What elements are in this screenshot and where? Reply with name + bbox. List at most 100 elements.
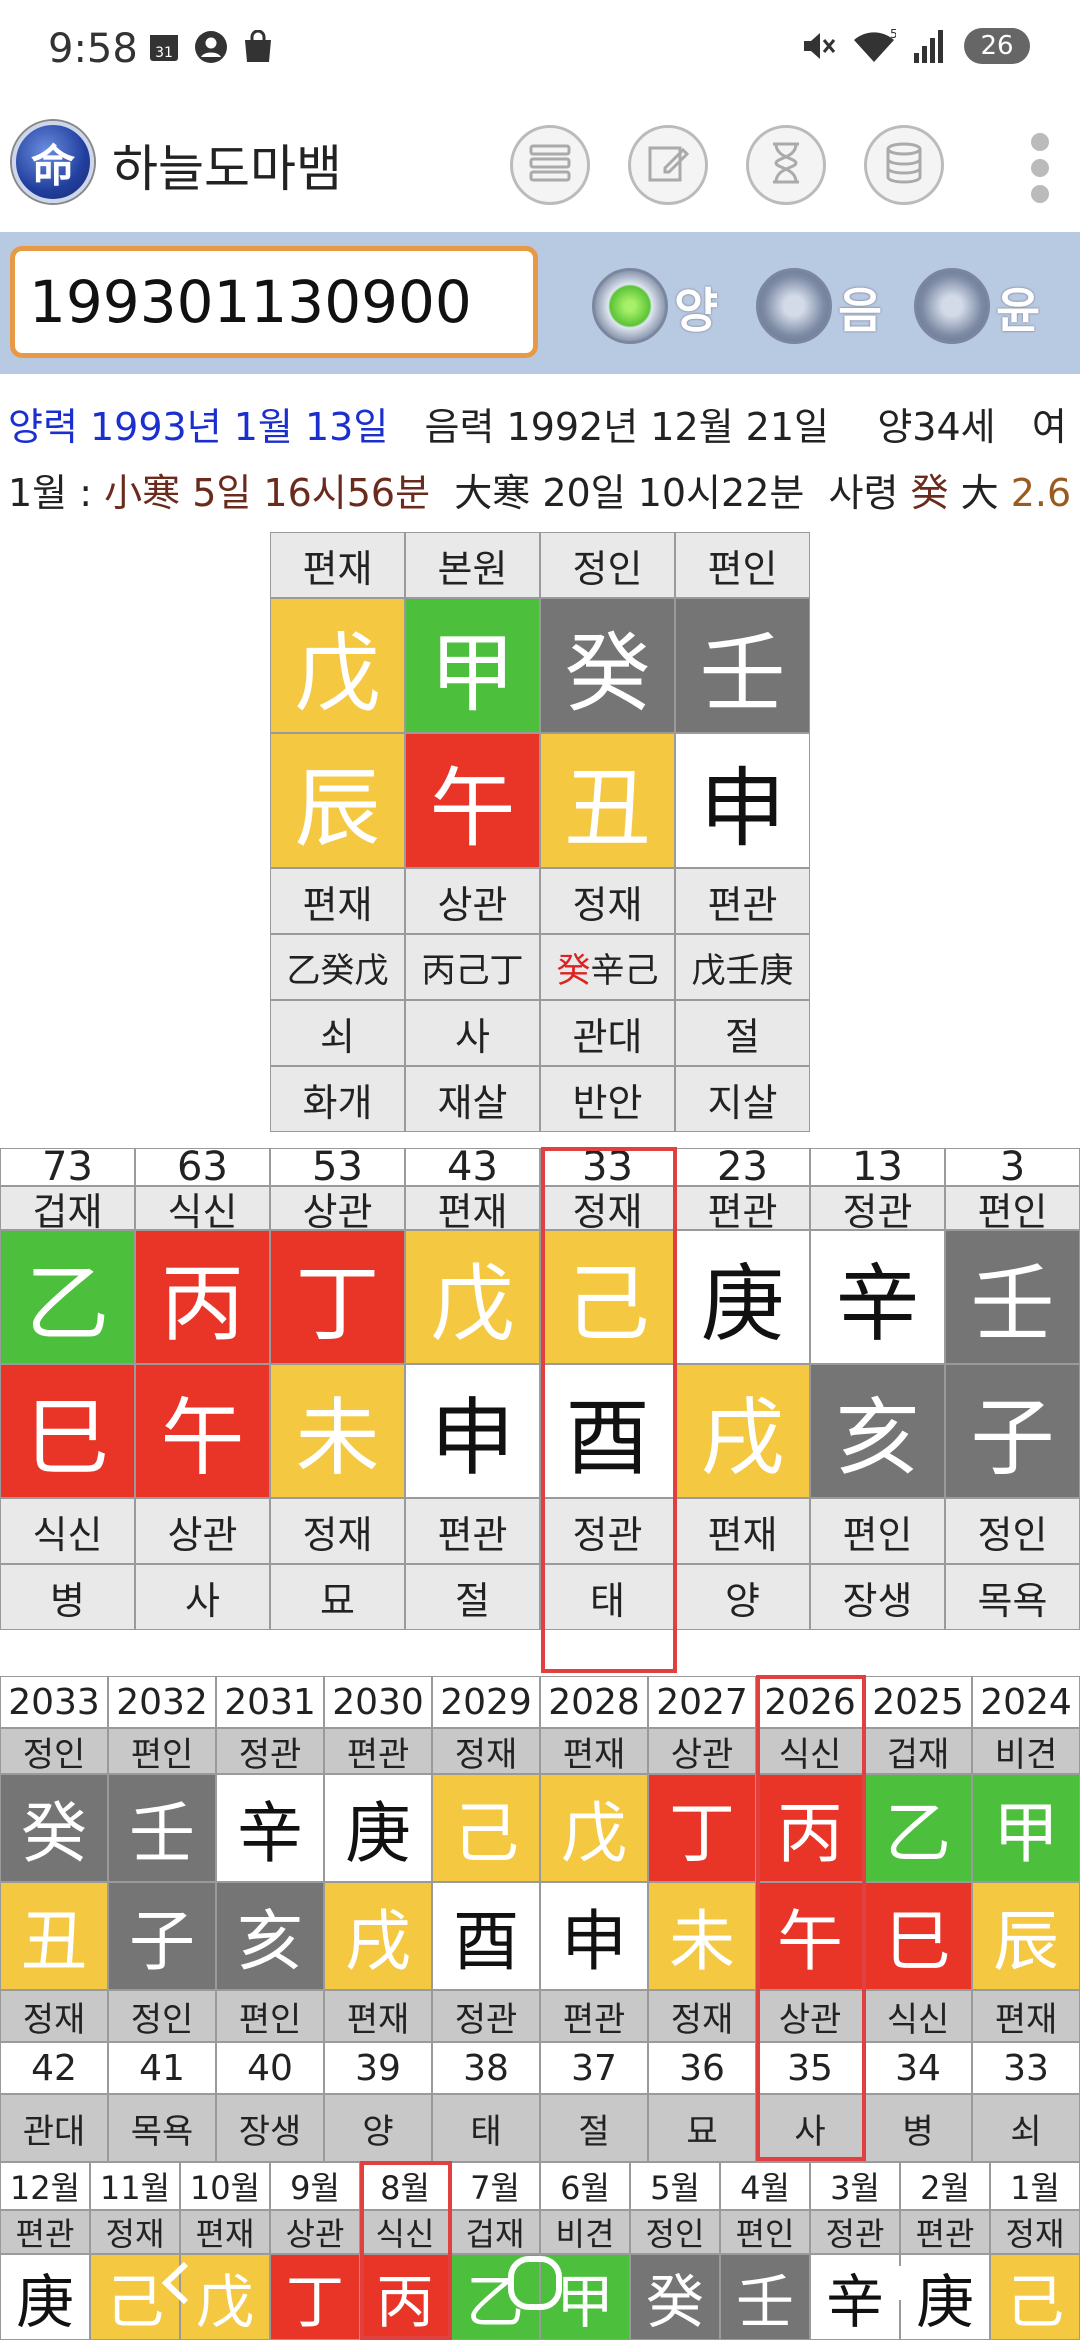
- stem-cell[interactable]: 甲: [405, 598, 540, 733]
- status-bar: 9:58 31 5 26: [0, 0, 1080, 105]
- seun-branch[interactable]: 子: [108, 1882, 216, 1990]
- spirit-star: 지살: [675, 1066, 810, 1132]
- seun-stem[interactable]: 庚: [324, 1774, 432, 1882]
- battery-icon: 26: [964, 28, 1030, 64]
- saryeong-label: 사령: [828, 471, 899, 515]
- wolun-stem[interactable]: 癸: [630, 2254, 720, 2340]
- wolun-stem[interactable]: 甲: [540, 2254, 630, 2340]
- daeun-stem[interactable]: 丁: [270, 1230, 405, 1364]
- ten-god: 정재: [540, 868, 675, 934]
- app-title: 하늘도마뱀: [112, 140, 342, 198]
- radio-dot-leap[interactable]: [914, 268, 990, 344]
- hourglass-button[interactable]: [746, 125, 826, 205]
- seun-year: 2032: [108, 1676, 216, 1728]
- seun-stem[interactable]: 癸: [0, 1774, 108, 1882]
- list-button[interactable]: [510, 125, 590, 205]
- seun-age: 35: [756, 2042, 864, 2094]
- daeun-branch[interactable]: 未: [270, 1364, 405, 1498]
- saryeong-num: 2.6: [1010, 471, 1072, 515]
- daeun-life-stage: 묘: [270, 1564, 405, 1630]
- app-logo: 命: [12, 121, 94, 203]
- daeun-branch[interactable]: 戌: [675, 1364, 810, 1498]
- shopping-bag-icon: [242, 30, 274, 64]
- seun-branch[interactable]: 辰: [972, 1882, 1080, 1990]
- daeun-branch[interactable]: 亥: [810, 1364, 945, 1498]
- daeun-stem[interactable]: 戊: [405, 1230, 540, 1364]
- daeun-top-god: 편인: [945, 1186, 1080, 1234]
- wolun-stem[interactable]: 己: [990, 2254, 1080, 2340]
- app-bar: 命 하늘도마뱀: [0, 105, 1080, 230]
- seun-branch[interactable]: 巳: [864, 1882, 972, 1990]
- seun-stem[interactable]: 戊: [540, 1774, 648, 1882]
- wolun-month: 5월: [630, 2162, 720, 2210]
- wolun-stem[interactable]: 庚: [900, 2254, 990, 2340]
- stem-cell[interactable]: 戊: [270, 598, 405, 733]
- seun-stem[interactable]: 乙: [864, 1774, 972, 1882]
- birth-info-line: 양력 1993년 1월 13일 음력 1992년 12월 21일 양34세 여: [8, 396, 1067, 451]
- daeun-stem[interactable]: 壬: [945, 1230, 1080, 1364]
- seun-year: 2028: [540, 1676, 648, 1728]
- seun-life-stage: 태: [432, 2094, 540, 2162]
- seun-life-stage: 절: [540, 2094, 648, 2162]
- daeun-stem[interactable]: 己: [540, 1230, 675, 1364]
- daeun-branch[interactable]: 午: [135, 1364, 270, 1498]
- life-stage: 관대: [540, 1000, 675, 1066]
- wolun-top-god: 정재: [90, 2210, 180, 2254]
- branch-cell[interactable]: 辰: [270, 733, 405, 868]
- wolun-stem[interactable]: 庚: [0, 2254, 90, 2340]
- lunar-date: 음력 1992년 12월 21일: [424, 405, 829, 449]
- daeun-top-god: 편재: [405, 1186, 540, 1234]
- daeun-life-stage: 사: [135, 1564, 270, 1630]
- edit-button[interactable]: [628, 125, 708, 205]
- wolun-stem[interactable]: 丙: [360, 2254, 450, 2340]
- daeun-branch[interactable]: 子: [945, 1364, 1080, 1498]
- wolun-stem[interactable]: 乙: [450, 2254, 540, 2340]
- daeun-branch[interactable]: 巳: [0, 1364, 135, 1498]
- seun-stem[interactable]: 丙: [756, 1774, 864, 1882]
- daeun-stem[interactable]: 乙: [0, 1230, 135, 1364]
- radio-solar[interactable]: 양: [592, 268, 718, 344]
- daeun-stem[interactable]: 庚: [675, 1230, 810, 1364]
- stem-cell[interactable]: 癸: [540, 598, 675, 733]
- seun-stem[interactable]: 己: [432, 1774, 540, 1882]
- seun-stem[interactable]: 辛: [216, 1774, 324, 1882]
- daeun-stem[interactable]: 辛: [810, 1230, 945, 1364]
- branch-cell[interactable]: 申: [675, 733, 810, 868]
- mute-icon: [800, 28, 836, 64]
- seun-branch[interactable]: 戌: [324, 1882, 432, 1990]
- daeun-branch[interactable]: 酉: [540, 1364, 675, 1498]
- seun-age: 42: [0, 2042, 108, 2094]
- seun-stem[interactable]: 壬: [108, 1774, 216, 1882]
- daeun-branch[interactable]: 申: [405, 1364, 540, 1498]
- wolun-stem[interactable]: 戊: [180, 2254, 270, 2340]
- seun-branch[interactable]: 亥: [216, 1882, 324, 1990]
- natal-pillars: 편재 본원 정인 편인 戊 甲 癸 壬 辰 午 丑 申 편재 상관 정재 편관 …: [270, 532, 810, 1132]
- radio-lunar[interactable]: 음: [756, 268, 882, 344]
- daeun-stem[interactable]: 丙: [135, 1230, 270, 1364]
- seun-branch[interactable]: 午: [756, 1882, 864, 1990]
- branch-cell[interactable]: 午: [405, 733, 540, 868]
- wolun-stem[interactable]: 丁: [270, 2254, 360, 2340]
- wolun-month: 4월: [720, 2162, 810, 2210]
- wolun-stem[interactable]: 辛: [810, 2254, 900, 2340]
- more-icon[interactable]: [1028, 133, 1052, 203]
- seun-branch[interactable]: 酉: [432, 1882, 540, 1990]
- wolun-stem[interactable]: 己: [90, 2254, 180, 2340]
- daeun-ten-god: 편재: [675, 1498, 810, 1564]
- seun-branch[interactable]: 未: [648, 1882, 756, 1990]
- branch-cell[interactable]: 丑: [540, 733, 675, 868]
- database-button[interactable]: [864, 125, 944, 205]
- birth-input[interactable]: [10, 246, 538, 358]
- radio-dot-lunar[interactable]: [756, 268, 832, 344]
- daeun-ten-god: 정재: [270, 1498, 405, 1564]
- seun-stem[interactable]: 甲: [972, 1774, 1080, 1882]
- seun-branch[interactable]: 申: [540, 1882, 648, 1990]
- stem-cell[interactable]: 壬: [675, 598, 810, 733]
- wolun-stem[interactable]: 壬: [720, 2254, 810, 2340]
- wolun-month: 3월: [810, 2162, 900, 2210]
- seun-branch[interactable]: 丑: [0, 1882, 108, 1990]
- radio-leap[interactable]: 윤: [914, 268, 1040, 344]
- radio-dot-solar[interactable]: [592, 268, 668, 344]
- hidden-stems: 乙癸戊: [270, 934, 405, 1000]
- seun-stem[interactable]: 丁: [648, 1774, 756, 1882]
